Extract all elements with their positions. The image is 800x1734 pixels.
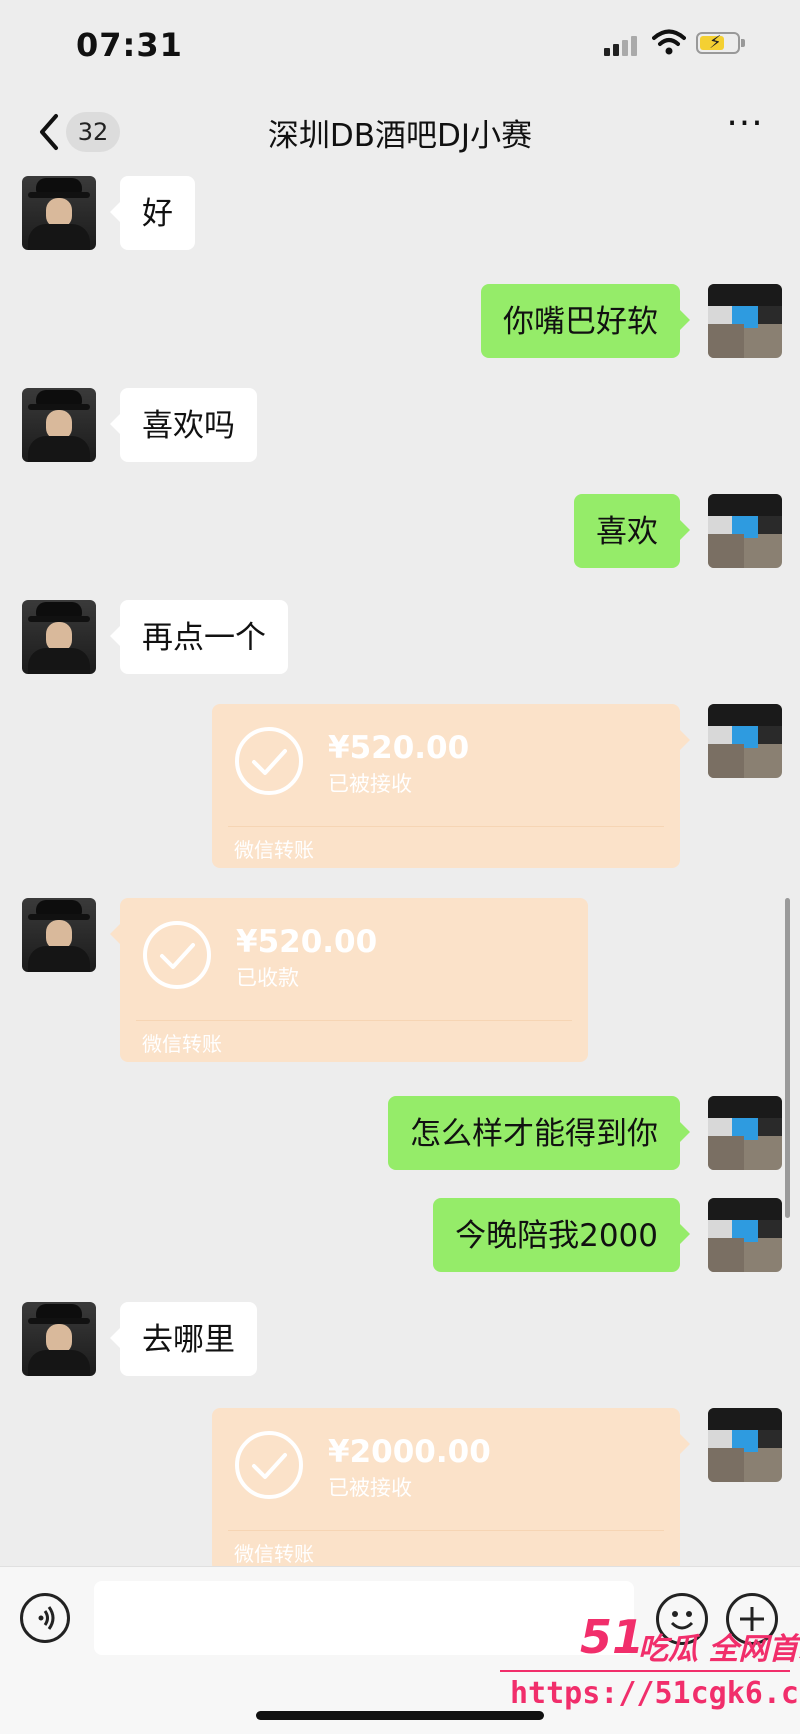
user-avatar[interactable] (708, 1096, 782, 1170)
transfer-status: 已收款 (236, 966, 299, 990)
contact-avatar[interactable] (22, 388, 96, 462)
status-time: 07:31 (76, 26, 183, 64)
contact-avatar[interactable] (22, 898, 96, 972)
divider (228, 826, 664, 827)
incoming-message-bubble[interactable]: 喜欢吗 (110, 388, 257, 462)
transfer-label: 微信转账 (234, 1542, 314, 1566)
transfer-amount: ¥520.00 (236, 924, 378, 960)
contact-avatar[interactable] (22, 600, 96, 674)
incoming-message-bubble[interactable]: 去哪里 (110, 1302, 257, 1376)
watermark-brand: 吃瓜 全网首发 (638, 1632, 800, 1667)
transfer-amount: ¥520.00 (328, 730, 470, 766)
check-circle-icon (143, 921, 211, 989)
divider (228, 1530, 664, 1531)
outgoing-message-bubble[interactable]: 怎么样才能得到你 (388, 1096, 690, 1170)
chat-title: 深圳DB酒吧DJ小赛 (267, 118, 533, 154)
message-list[interactable]: 好 你嘴巴好软 喜欢吗 喜欢 再点一个 ¥520.00 已被接收 微信转账 ¥5… (0, 172, 800, 1566)
transfer-card[interactable]: ¥520.00 已收款 微信转账 (110, 898, 588, 1062)
back-chevron-icon[interactable] (34, 112, 64, 152)
transfer-card[interactable]: ¥2000.00 已被接收 微信转账 (212, 1408, 690, 1566)
watermark-underline (500, 1670, 790, 1672)
watermark: 51 吃瓜 全网首发 https://51cgk6.com (470, 1610, 800, 1728)
status-bar: 07:31 ⚡ (0, 0, 800, 92)
outgoing-message-bubble[interactable]: 你嘴巴好软 (481, 284, 690, 358)
chat-header: 32 深圳DB酒吧DJ小赛 ··· (0, 92, 800, 172)
check-circle-icon (235, 727, 303, 795)
user-avatar[interactable] (708, 1198, 782, 1272)
watermark-number: 51 (580, 1610, 645, 1664)
user-avatar[interactable] (708, 1408, 782, 1482)
transfer-status: 已被接收 (328, 1476, 412, 1500)
contact-avatar[interactable] (22, 1302, 96, 1376)
transfer-card[interactable]: ¥520.00 已被接收 微信转账 (212, 704, 690, 868)
incoming-message-bubble[interactable]: 好 (110, 176, 195, 250)
watermark-url: https://51cgk6.com (510, 1676, 800, 1711)
scrollbar[interactable] (785, 898, 790, 1218)
check-circle-icon (235, 1431, 303, 1499)
outgoing-message-bubble[interactable]: 今晚陪我2000 (433, 1198, 690, 1272)
wifi-icon (652, 29, 686, 55)
transfer-label: 微信转账 (234, 838, 314, 862)
more-icon[interactable]: ··· (720, 106, 770, 150)
incoming-message-bubble[interactable]: 再点一个 (110, 600, 288, 674)
transfer-amount: ¥2000.00 (328, 1434, 491, 1470)
battery-icon: ⚡ (696, 32, 745, 54)
outgoing-message-bubble[interactable]: 喜欢 (574, 494, 690, 568)
divider (136, 1020, 572, 1021)
contact-avatar[interactable] (22, 176, 96, 250)
cellular-signal-icon (604, 34, 644, 56)
voice-icon[interactable] (20, 1593, 70, 1643)
transfer-status: 已被接收 (328, 772, 412, 796)
transfer-label: 微信转账 (142, 1032, 222, 1056)
user-avatar[interactable] (708, 284, 782, 358)
unread-count-badge[interactable]: 32 (66, 112, 120, 152)
user-avatar[interactable] (708, 494, 782, 568)
user-avatar[interactable] (708, 704, 782, 778)
